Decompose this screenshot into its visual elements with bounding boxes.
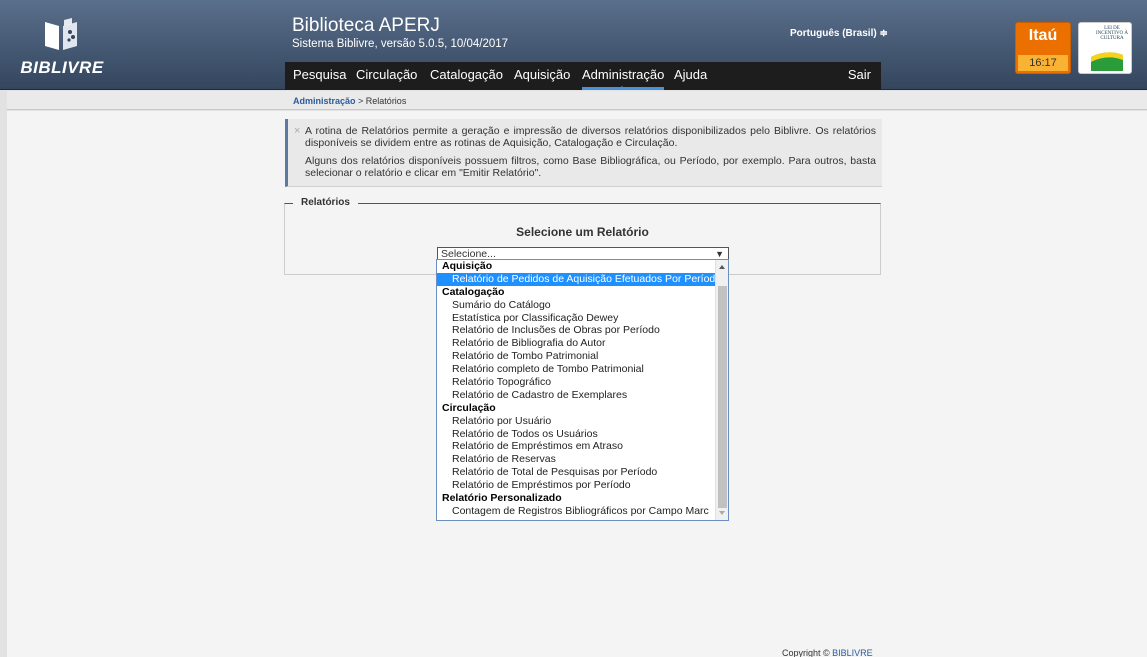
language-selector[interactable]: Português (Brasil) ≑ [790,28,888,39]
report-dropdown-list[interactable]: Aquisição Relatório de Pedidos de Aquisiç… [436,259,729,521]
report-option[interactable]: Relatório de Empréstimos por Período [437,479,728,492]
option-group-label: Circulação [442,401,496,414]
report-option[interactable]: Contagem de Registros Bibliográficos por… [437,505,728,518]
close-icon[interactable]: × [294,125,300,137]
scroll-up-icon[interactable] [719,265,725,269]
app-header: BIBLIVRE Biblioteca APERJ Sistema Bibliv… [0,0,1147,90]
system-version: Sistema Biblivre, versão 5.0.5, 10/04/20… [292,38,509,50]
copyright: Copyright © BIBLIVRE [782,648,873,657]
breadcrumb-separator: > [355,96,366,106]
reports-legend: Relatórios [293,197,358,208]
active-menu-indicator [618,86,626,90]
menu-ajuda[interactable]: Ajuda [674,62,707,90]
copyright-text: Copyright © [782,648,833,657]
report-option[interactable]: Sumário do Catálogo [437,299,728,312]
option-group-label: Relatório Personalizado [442,492,562,505]
dropdown-scrollbar[interactable] [715,260,728,520]
option-group-label: Aquisição [442,260,493,272]
info-paragraph-2: Alguns dos relatórios disponíveis possue… [305,155,876,179]
itau-logo-text: Itaú [1028,27,1058,44]
breadcrumb-bar: Administração > Relatórios [7,91,1147,110]
menu-circulacao[interactable]: Circulação [356,62,417,90]
info-paragraph-1: A rotina de Relatórios permite a geração… [305,125,876,149]
report-option[interactable]: Relatório de Pedidos de Aquisição Efetua… [437,272,728,286]
report-option[interactable]: Estatística por Classificação Dewey [437,312,728,325]
breadcrumb-administracao[interactable]: Administração [293,96,356,106]
main-menu: Pesquisa Circulação Catalogação Aquisiçã… [285,62,881,90]
report-option[interactable]: Relatório Topográfico [437,376,728,389]
book-logo-icon [45,18,77,50]
report-options: Aquisição Relatório de Pedidos de Aquisiç… [437,260,728,518]
itau-sponsor[interactable]: Itaú 16:17 [1015,22,1071,74]
menu-catalogacao[interactable]: Catalogação [430,62,503,90]
report-option[interactable]: Relatório de Total de Pesquisas por Perí… [437,466,728,479]
menu-aquisicao[interactable]: Aquisição [514,62,570,90]
report-option[interactable]: Relatório de Todos os Usuários [437,428,728,441]
report-option[interactable]: Relatório de Reservas [437,453,728,466]
incentivo-text: LEI DE INCENTIVO À CULTURA [1095,26,1129,41]
session-clock: 16:17 [1018,55,1068,71]
report-option[interactable]: Relatório de Bibliografia do Autor [437,337,728,350]
report-option[interactable]: Relatório por Usuário [437,415,728,428]
select-report-title: Selecione um Relatório [516,225,649,239]
biblivre-logo[interactable]: BIBLIVRE [12,16,112,86]
report-option[interactable]: Relatório de Inclusões de Obras por Perí… [437,324,728,337]
breadcrumb: Administração > Relatórios [293,96,406,106]
scroll-thumb[interactable] [718,286,727,508]
report-option[interactable]: Relatório de Cadastro de Exemplares [437,389,728,402]
logout-button[interactable]: Sair [848,62,871,90]
report-option[interactable]: Relatório completo de Tombo Patrimonial [437,363,728,376]
breadcrumb-current: Relatórios [365,96,407,106]
incentivo-flag-icon [1091,52,1123,71]
library-title: Biblioteca APERJ [292,15,440,36]
lei-incentivo-logo[interactable]: LEI DE INCENTIVO À CULTURA [1078,22,1132,74]
copyright-brand-link[interactable]: BIBLIVRE [832,648,873,657]
menu-pesquisa[interactable]: Pesquisa [293,62,346,90]
scroll-down-icon[interactable] [719,511,725,515]
logo-text: BIBLIVRE [20,58,104,77]
report-option[interactable]: Relatório de Empréstimos em Atraso [437,440,728,453]
option-group-label: Catalogação [442,285,505,298]
report-option[interactable]: Relatório de Tombo Patrimonial [437,350,728,363]
info-box: × A rotina de Relatórios permite a geraç… [285,119,882,187]
